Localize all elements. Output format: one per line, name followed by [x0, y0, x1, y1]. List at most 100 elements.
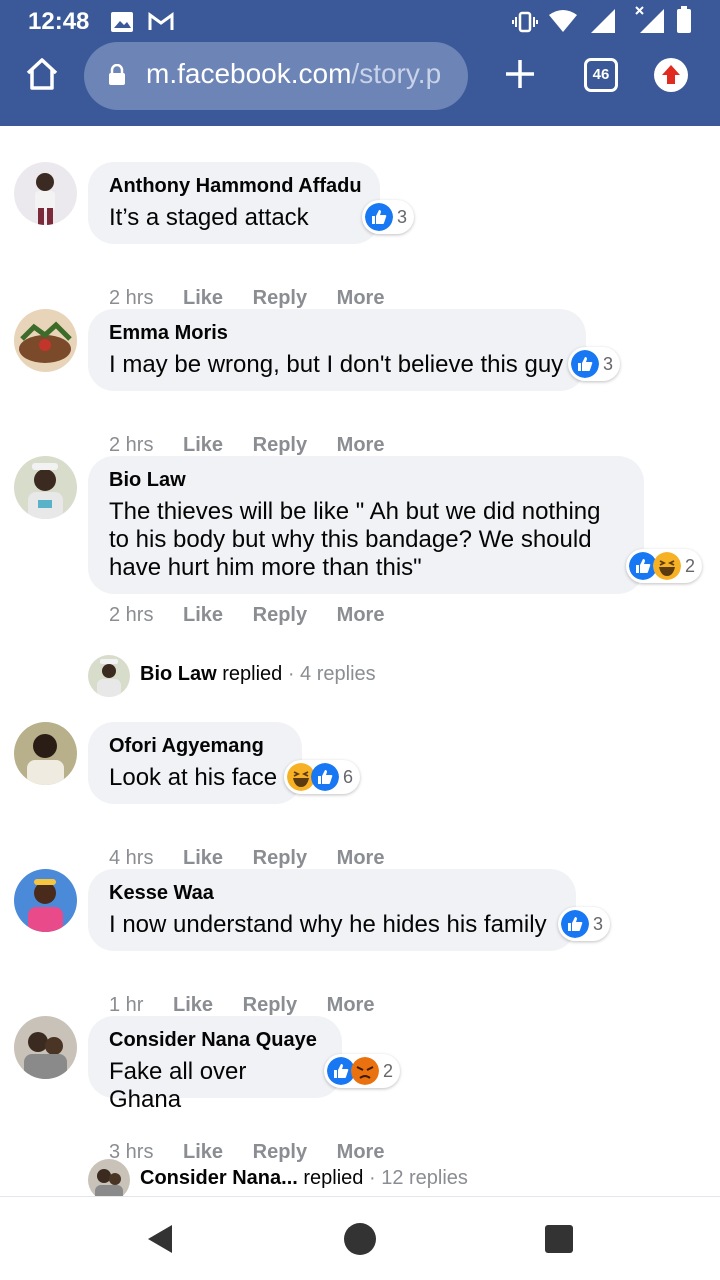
- more-button[interactable]: More: [337, 847, 385, 869]
- recents-icon[interactable]: [545, 1225, 573, 1253]
- reply-author: Consider Nana...: [140, 1167, 298, 1189]
- reaction-count: 3: [397, 206, 408, 227]
- replies-summary: Consider Nana... replied · 12 replies: [140, 1167, 468, 1190]
- like-reaction-icon: [561, 910, 589, 938]
- gallery-icon: [111, 12, 133, 32]
- comment-actions: 4 hrs Like Reply More: [109, 847, 408, 870]
- replies-link[interactable]: Bio Law replied · 4 replies: [88, 655, 508, 697]
- comment: Emma Moris I may be wrong, but I don't b…: [0, 309, 720, 459]
- haha-reaction-icon: [653, 552, 681, 580]
- like-button[interactable]: Like: [183, 434, 223, 456]
- home-icon[interactable]: [24, 56, 60, 92]
- avatar[interactable]: [14, 1016, 77, 1079]
- reaction-summary[interactable]: 2: [324, 1054, 401, 1088]
- update-button[interactable]: [654, 58, 688, 92]
- comment-bubble: Ofori Agyemang Look at his face: [88, 722, 302, 804]
- reply-button[interactable]: Reply: [253, 847, 307, 869]
- reaction-count: 2: [685, 555, 696, 576]
- comment: Anthony Hammond Affadu It’s a staged att…: [0, 162, 720, 312]
- reply-avatar: [88, 655, 130, 697]
- new-tab-icon[interactable]: [502, 56, 538, 92]
- comment-text: It’s a staged attack: [109, 204, 309, 231]
- comment-actions: 2 hrs Like Reply More: [109, 287, 408, 310]
- comment-bubble: Anthony Hammond Affadu It’s a staged att…: [88, 162, 380, 244]
- reply-verb: replied: [216, 663, 283, 685]
- more-button[interactable]: More: [337, 287, 385, 309]
- reaction-summary[interactable]: 3: [568, 347, 621, 381]
- avatar[interactable]: [14, 162, 77, 225]
- replies-summary: Bio Law replied · 4 replies: [140, 663, 376, 686]
- address-bar[interactable]: m.facebook.com/story.p: [84, 42, 468, 110]
- like-reaction-icon: [311, 763, 339, 791]
- avatar[interactable]: [14, 309, 77, 372]
- home-nav-icon[interactable]: [344, 1223, 376, 1255]
- reply-button[interactable]: Reply: [243, 994, 297, 1016]
- lock-icon: [109, 64, 125, 85]
- reaction-count: 3: [603, 353, 614, 374]
- comment: Kesse Waa I now understand why he hides …: [0, 869, 720, 1019]
- comments-feed: Anthony Hammond Affadu It’s a staged att…: [0, 126, 720, 1196]
- status-bar: 12:48: [0, 0, 720, 44]
- comment-actions: 1 hr Like Reply More: [109, 994, 398, 1017]
- wifi-icon: [549, 10, 577, 32]
- commenter-name[interactable]: Anthony Hammond Affadu: [109, 174, 362, 198]
- like-button[interactable]: Like: [173, 994, 213, 1016]
- reaction-summary[interactable]: 6: [284, 760, 361, 794]
- reply-avatar: [88, 1159, 130, 1196]
- url-text: m.facebook.com/story.p: [146, 58, 458, 90]
- comment-time: 2 hrs: [109, 287, 154, 309]
- reply-verb: replied: [297, 1167, 364, 1189]
- status-time: 12:48: [28, 8, 90, 35]
- gmail-icon: [148, 12, 174, 30]
- avatar[interactable]: [14, 456, 77, 519]
- url-path: /story.p: [351, 58, 442, 89]
- comment-text: Fake all over Ghana: [109, 1058, 247, 1113]
- comment-bubble: Bio Law The thieves will be like " Ah bu…: [88, 456, 644, 594]
- like-button[interactable]: Like: [183, 604, 223, 626]
- reaction-count: 6: [343, 766, 354, 787]
- like-button[interactable]: Like: [183, 847, 223, 869]
- more-button[interactable]: More: [337, 604, 385, 626]
- like-button[interactable]: Like: [183, 287, 223, 309]
- reaction-count: 2: [383, 1060, 394, 1081]
- commenter-name[interactable]: Bio Law: [109, 468, 623, 492]
- more-button[interactable]: More: [337, 434, 385, 456]
- comment-actions: 2 hrs Like Reply More: [109, 434, 408, 457]
- comment-time: 1 hr: [109, 994, 144, 1016]
- reaction-summary[interactable]: 3: [558, 907, 611, 941]
- comment-text: Look at his face: [109, 764, 278, 791]
- reaction-summary[interactable]: 2: [626, 549, 703, 583]
- vibrate-icon: [512, 11, 538, 33]
- comment: Ofori Agyemang Look at his face 6 4 hrs …: [0, 722, 720, 872]
- reply-author: Bio Law: [140, 663, 217, 685]
- replies-link[interactable]: Consider Nana... replied · 12 replies: [88, 1159, 548, 1196]
- more-button[interactable]: More: [327, 994, 375, 1016]
- reply-button[interactable]: Reply: [253, 434, 307, 456]
- comment-bubble: Emma Moris I may be wrong, but I don't b…: [88, 309, 586, 391]
- system-nav-bar: [0, 1196, 720, 1280]
- commenter-name[interactable]: Consider Nana Quaye: [109, 1028, 321, 1052]
- like-reaction-icon: [365, 203, 393, 231]
- commenter-name[interactable]: Ofori Agyemang: [109, 734, 281, 758]
- reply-count: · 12 replies: [363, 1167, 468, 1189]
- commenter-name[interactable]: Emma Moris: [109, 321, 565, 345]
- reply-count: · 4 replies: [282, 663, 376, 685]
- comment-text: The thieves will be like " Ah but we did…: [109, 498, 601, 581]
- comment-bubble: Kesse Waa I now understand why he hides …: [88, 869, 576, 951]
- reply-button[interactable]: Reply: [253, 604, 307, 626]
- comment: Bio Law The thieves will be like " Ah bu…: [0, 456, 720, 666]
- avatar[interactable]: [14, 722, 77, 785]
- signal-x-icon: [635, 6, 664, 33]
- comment-text: I may be wrong, but I don't believe this…: [109, 351, 564, 378]
- browser-header: 12:48 m.facebook.com/story.p 46: [0, 0, 720, 126]
- avatar[interactable]: [14, 869, 77, 932]
- tab-switcher-button[interactable]: 46: [584, 58, 618, 92]
- like-reaction-icon: [571, 350, 599, 378]
- back-icon[interactable]: [146, 1223, 174, 1255]
- reply-button[interactable]: Reply: [253, 287, 307, 309]
- commenter-name[interactable]: Kesse Waa: [109, 881, 555, 905]
- reaction-summary[interactable]: 3: [362, 200, 415, 234]
- comment-time: 2 hrs: [109, 434, 154, 456]
- comment-bubble: Consider Nana Quaye Fake all over Ghana: [88, 1016, 342, 1113]
- comment-actions: 2 hrs Like Reply More: [109, 604, 408, 627]
